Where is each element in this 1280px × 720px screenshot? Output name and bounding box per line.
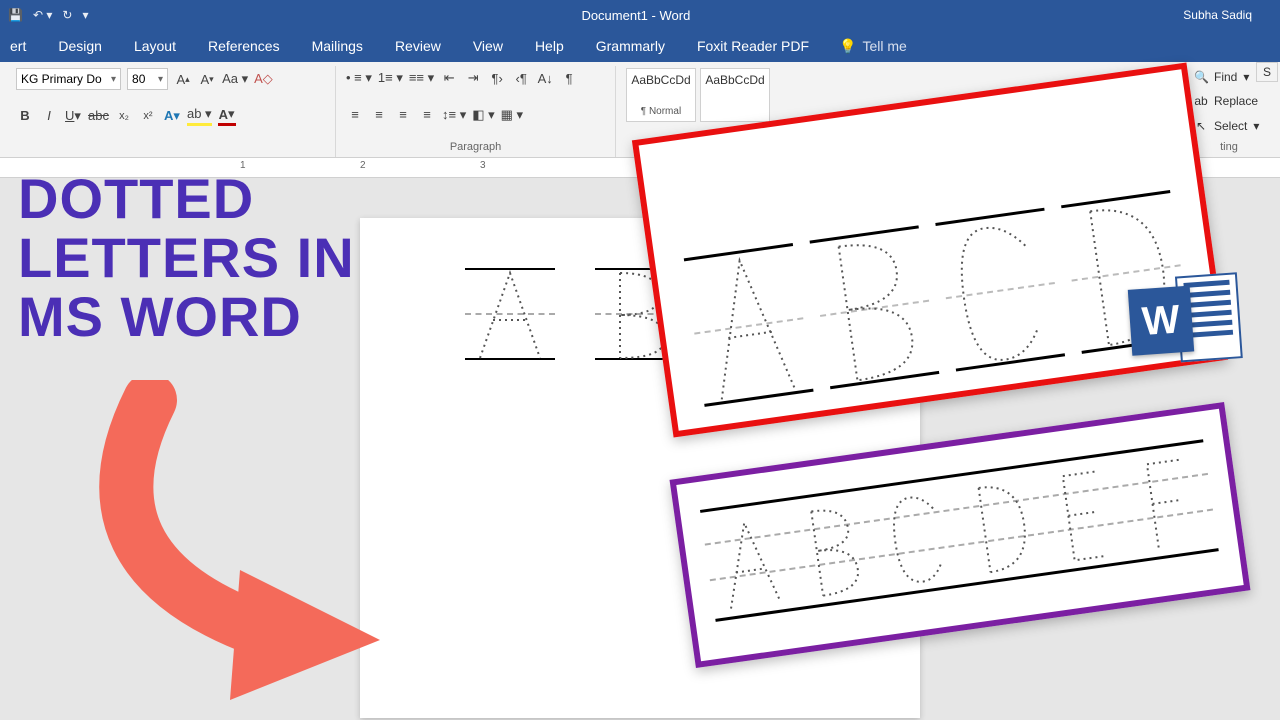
tab-design[interactable]: Design [56,34,104,58]
grow-font-button[interactable]: A▴ [174,69,192,89]
thumbnail-headline: DOTTED LETTERS IN MS WORD [18,170,355,346]
highlight-button[interactable]: ab ▾ [187,106,212,126]
rtl-button[interactable]: ‹¶ [512,68,530,88]
qat-more-icon[interactable]: ▾ [82,8,88,22]
sort-button[interactable]: A↓ [536,68,554,88]
lightbulb-icon: 💡 [839,38,856,55]
find-button[interactable]: 🔍Find ▾ [1194,68,1264,86]
quick-access-toolbar: 💾 ↶ ▾ ↻ ▾ [8,8,88,22]
big-letter-b [809,225,939,389]
style-name: ¶ Normal [641,106,681,117]
font-color-button[interactable]: A ▾ [218,106,236,126]
strip-letter-b [792,494,875,603]
menu-bar: ert Design Layout References Mailings Re… [0,30,1280,62]
replace-icon: ab [1194,94,1208,108]
search-icon: 🔍 [1194,70,1208,84]
style-sample: AaBbCcDd [705,73,764,87]
style-sample: AaBbCcDd [631,73,690,87]
document-title: Document1 - Word [88,8,1183,23]
multilevel-button[interactable]: ≡≡ ▾ [409,68,434,88]
tab-view[interactable]: View [471,34,505,58]
ruler-mark: 3 [480,160,486,171]
tell-me-search[interactable]: 💡 Tell me [839,38,907,55]
font-name-input[interactable] [17,72,107,86]
shading-button[interactable]: ◧ ▾ [472,105,494,125]
chevron-down-icon[interactable]: ▾ [107,74,120,85]
tab-mailings[interactable]: Mailings [310,34,365,58]
chevron-down-icon[interactable]: ▾ [154,74,167,85]
bold-button[interactable]: B [16,106,34,126]
headline-line-3: MS WORD [18,288,355,347]
subscript-button[interactable]: x₂ [115,106,133,126]
borders-button[interactable]: ▦ ▾ [501,105,523,125]
tell-me-label: Tell me [862,38,906,54]
tab-insert-partial[interactable]: ert [8,34,28,58]
redo-icon[interactable]: ↻ [62,8,72,22]
ltr-button[interactable]: ¶› [488,68,506,88]
style-no-spacing[interactable]: AaBbCcDd [700,68,770,122]
tab-review[interactable]: Review [393,34,443,58]
tab-grammarly[interactable]: Grammarly [594,34,667,58]
justify-button[interactable]: ≡ [418,105,436,125]
align-right-button[interactable]: ≡ [394,105,412,125]
tab-foxit-reader[interactable]: Foxit Reader PDF [695,34,811,58]
trace-letter-a [465,258,555,368]
strip-letter-e [1044,459,1127,568]
paragraph-group: • ≡ ▾ 1≡ ▾ ≡≡ ▾ ⇤ ⇥ ¶› ‹¶ A↓ ¶ ≡ ≡ ≡ ≡ ↕… [336,66,616,157]
select-button[interactable]: ↖Select ▾ [1194,117,1264,135]
show-hide-button[interactable]: ¶ [560,68,578,88]
ruler-mark: 2 [360,160,366,171]
tab-help[interactable]: Help [533,34,566,58]
word-icon-badge: W [1128,286,1194,356]
title-bar: 💾 ↶ ▾ ↻ ▾ Document1 - Word Subha Sadiq [0,0,1280,30]
font-name-combo[interactable]: ▾ [16,68,121,90]
superscript-button[interactable]: x² [139,106,157,126]
editing-label-partial: ting [1194,141,1264,155]
strip-letter-c [876,483,959,592]
change-case-button[interactable]: Aa ▾ [222,69,248,89]
paragraph-group-label: Paragraph [346,141,605,155]
strikethrough-button[interactable]: abc [88,106,109,126]
undo-icon[interactable]: ↶ ▾ [33,8,52,22]
font-group-label [16,141,325,155]
increase-indent-button[interactable]: ⇥ [464,68,482,88]
align-left-button[interactable]: ≡ [346,105,364,125]
font-group: ▾ ▾ A▴ A▾ Aa ▾ A◇ B I U ▾ abc x₂ x² A ▾ … [6,66,336,157]
word-file-icon: W [1127,266,1244,373]
italic-button[interactable]: I [40,106,58,126]
replace-button[interactable]: abReplace [1194,92,1264,110]
font-size-input[interactable] [128,72,154,86]
strip-letter-f [1127,447,1210,556]
headline-line-2: LETTERS IN [18,229,355,288]
tab-references[interactable]: References [206,34,282,58]
share-button-partial[interactable]: S [1256,62,1278,82]
tab-layout[interactable]: Layout [132,34,178,58]
shrink-font-button[interactable]: A▾ [198,69,216,89]
align-center-button[interactable]: ≡ [370,105,388,125]
underline-button[interactable]: U ▾ [64,106,82,126]
style-normal[interactable]: AaBbCcDd ¶ Normal [626,68,696,122]
big-letter-c [935,208,1065,372]
strip-letter-d [960,471,1043,580]
decrease-indent-button[interactable]: ⇤ [440,68,458,88]
clear-formatting-button[interactable]: A◇ [254,69,273,89]
big-letter-a [683,243,813,407]
strip-letter-a [708,506,791,615]
text-effects-button[interactable]: A ▾ [163,106,181,126]
user-name[interactable]: Subha Sadiq [1183,8,1272,22]
font-size-combo[interactable]: ▾ [127,68,168,90]
line-spacing-button[interactable]: ↕≡ ▾ [442,105,466,125]
save-icon[interactable]: 💾 [8,8,23,22]
numbering-button[interactable]: 1≡ ▾ [378,68,403,88]
bullets-button[interactable]: • ≡ ▾ [346,68,372,88]
headline-line-1: DOTTED [18,170,355,229]
arrow-icon [60,380,440,700]
